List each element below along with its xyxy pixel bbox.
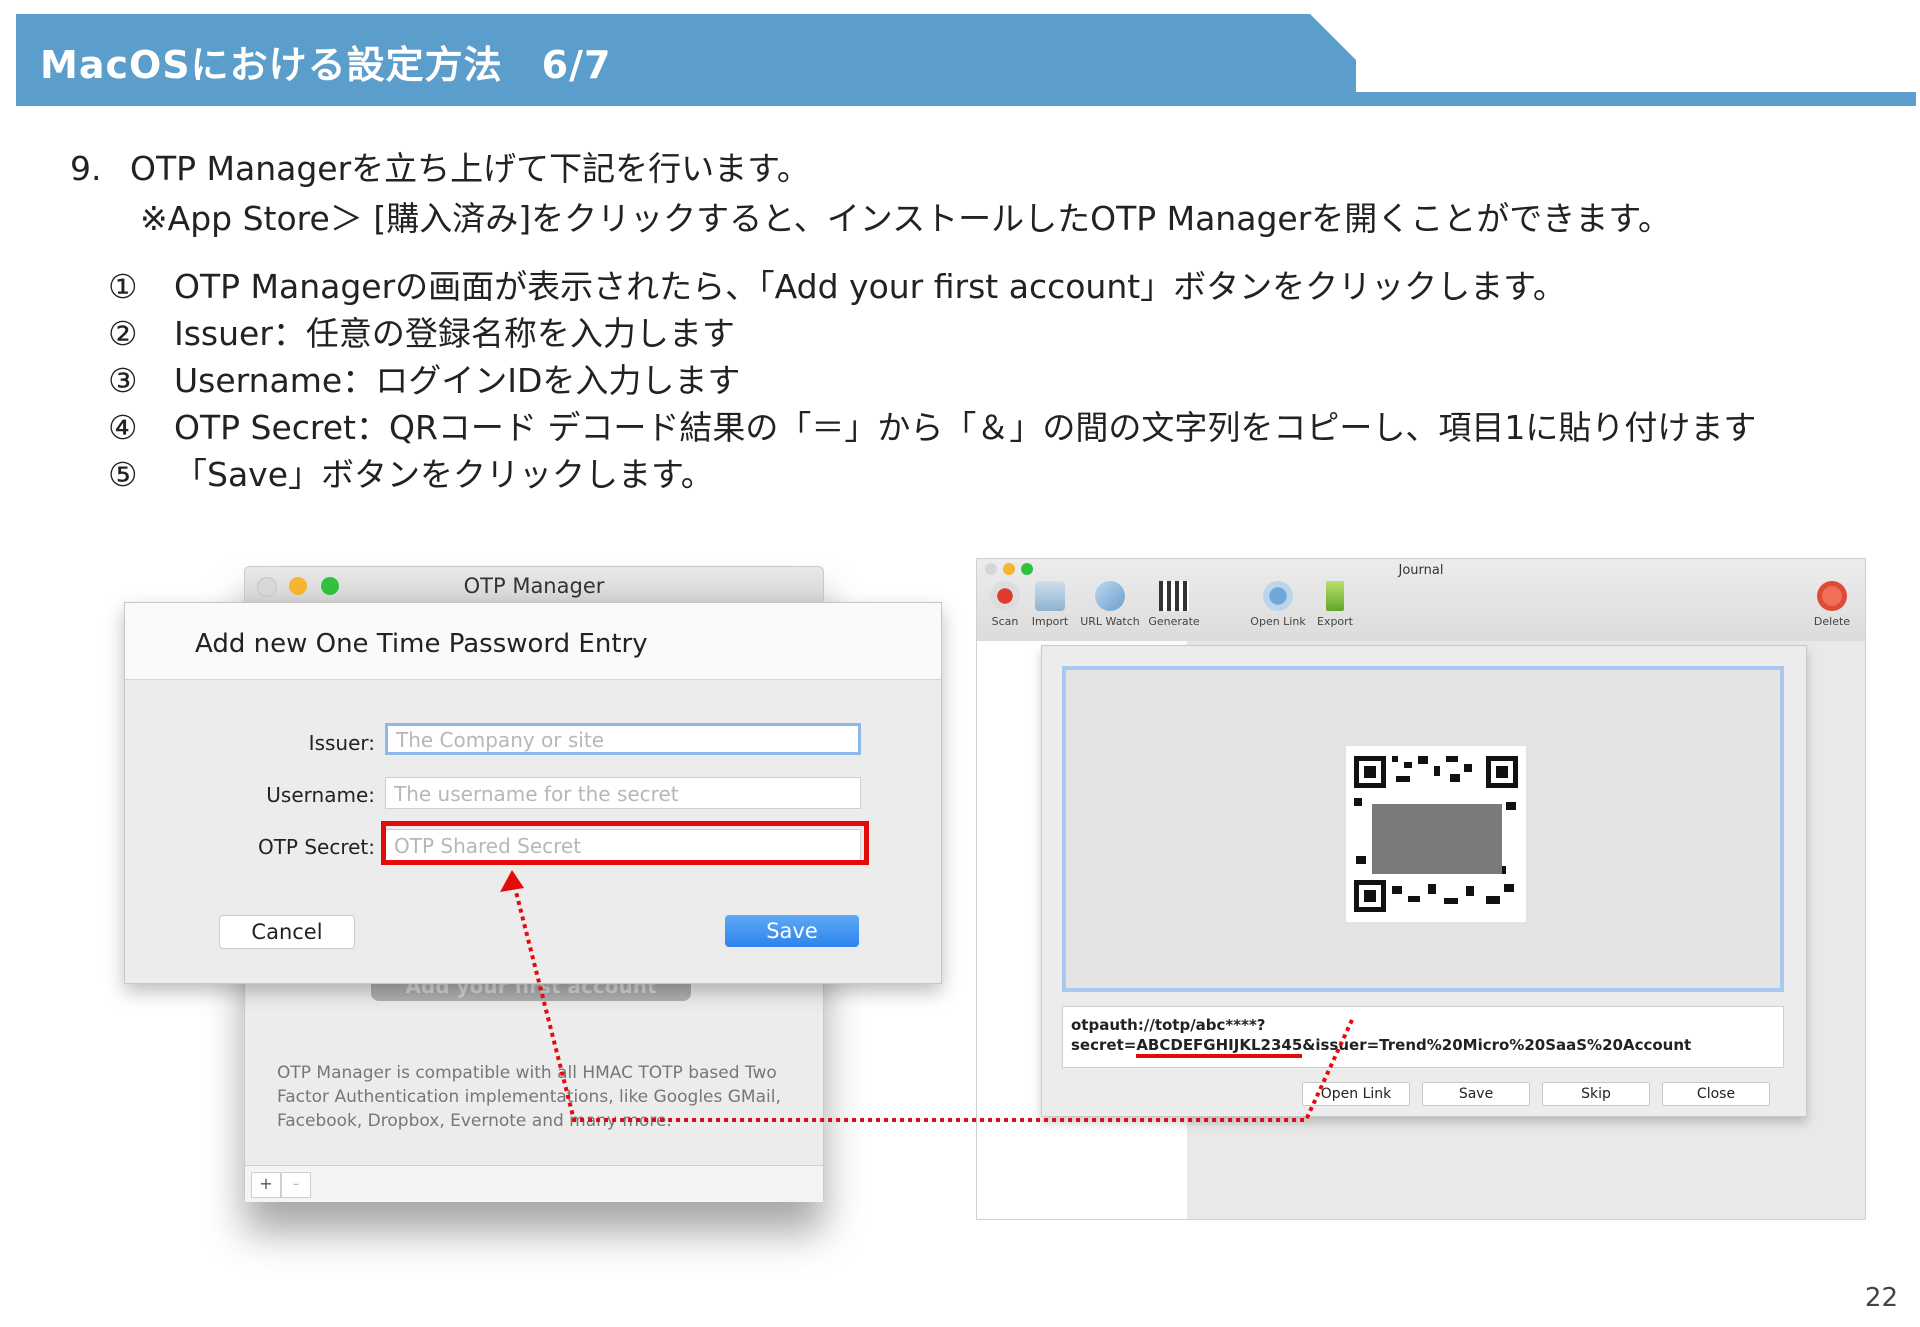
copy-arrow	[500, 870, 1354, 1122]
arrow-path	[510, 875, 1354, 1122]
arrow-head	[500, 870, 524, 892]
page-number: 22	[1864, 1283, 1898, 1313]
